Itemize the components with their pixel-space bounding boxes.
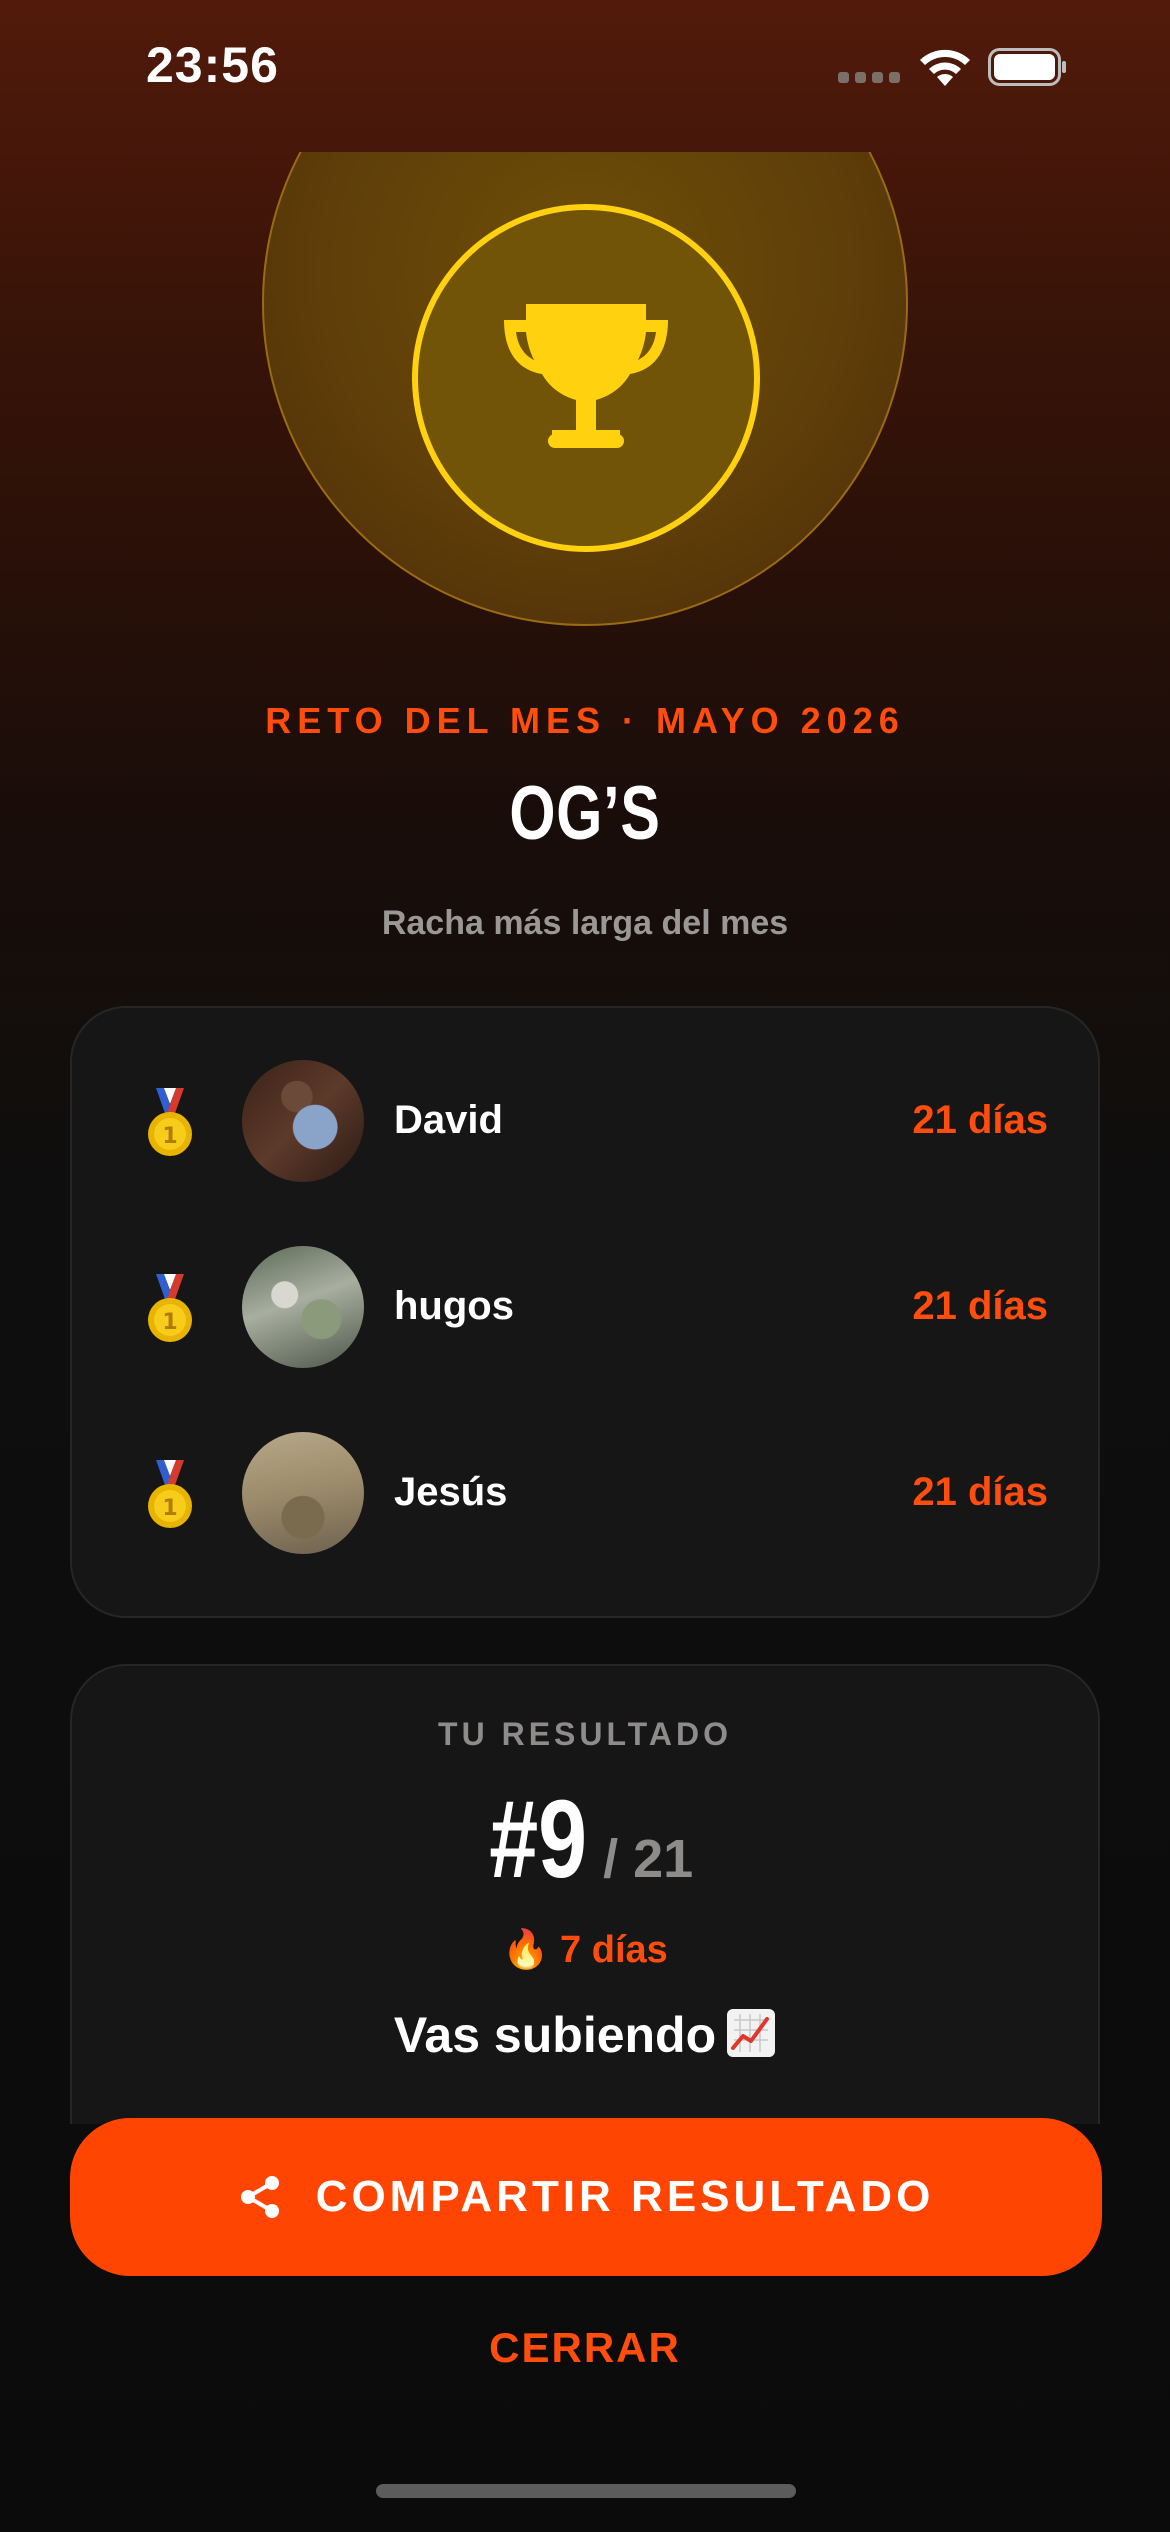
gold-medal-icon: 1 <box>148 1460 192 1528</box>
status-bar: 23:56 <box>0 0 1170 140</box>
streak-count: 🔥 7 días <box>502 1929 668 1971</box>
close-button[interactable]: CERRAR <box>0 2324 1170 2372</box>
trophy-badge <box>412 204 760 552</box>
avatar <box>242 1246 364 1368</box>
chart-increasing-icon <box>727 2009 776 2057</box>
leaderboard-row[interactable]: 1 David 21 días <box>72 1060 1102 1184</box>
leaderboard-days: 21 días <box>912 1470 1048 1514</box>
svg-text:1: 1 <box>162 1124 177 1149</box>
result-rank: #9 / 21 <box>72 1776 1098 1903</box>
leaderboard-card: 1 David 21 días 1 hugos 21 días 1 Jesús … <box>70 1006 1100 1618</box>
leaderboard-row[interactable]: 1 Jesús 21 días <box>72 1432 1102 1556</box>
challenge-eyebrow: RETO DEL MES · MAYO 2026 <box>265 700 905 741</box>
leaderboard-name: hugos <box>394 1284 514 1328</box>
status-time: 23:56 <box>146 37 279 93</box>
leaderboard-row[interactable]: 1 hugos 21 días <box>72 1246 1102 1370</box>
page-title: OG’S <box>509 771 661 856</box>
result-status: Vas subiendo <box>72 2006 1098 2064</box>
leaderboard-days: 21 días <box>912 1098 1048 1142</box>
wifi-icon <box>920 49 970 86</box>
rank-total: / 21 <box>603 1829 694 1889</box>
trophy-icon <box>504 304 668 448</box>
leaderboard-name: David <box>394 1098 503 1142</box>
rank-number: #9 <box>489 1778 587 1901</box>
share-icon <box>240 2176 279 2218</box>
svg-text:1: 1 <box>162 1496 177 1521</box>
gold-medal-icon: 1 <box>148 1088 192 1156</box>
share-button-label: COMPARTIR RESULTADO <box>315 2172 935 2221</box>
result-card: TU RESULTADO #9 / 21 🔥 7 días Vas subiend… <box>70 1664 1100 2124</box>
leaderboard-name: Jesús <box>394 1470 508 1514</box>
signal-dots-icon <box>838 72 900 84</box>
trophy-hero <box>262 152 910 702</box>
share-result-button[interactable]: COMPARTIR RESULTADO <box>70 2118 1102 2276</box>
challenge-subtitle: Racha más larga del mes <box>381 904 789 942</box>
leaderboard-days: 21 días <box>912 1284 1048 1328</box>
home-indicator[interactable] <box>376 2484 796 2498</box>
battery-icon <box>988 48 1066 86</box>
svg-text:1: 1 <box>162 1310 177 1335</box>
gold-medal-icon: 1 <box>148 1274 192 1342</box>
avatar <box>242 1432 364 1554</box>
result-label: TU RESULTADO <box>438 1716 732 1752</box>
result-status-text: Vas subiendo <box>393 2007 717 2063</box>
avatar <box>242 1060 364 1182</box>
